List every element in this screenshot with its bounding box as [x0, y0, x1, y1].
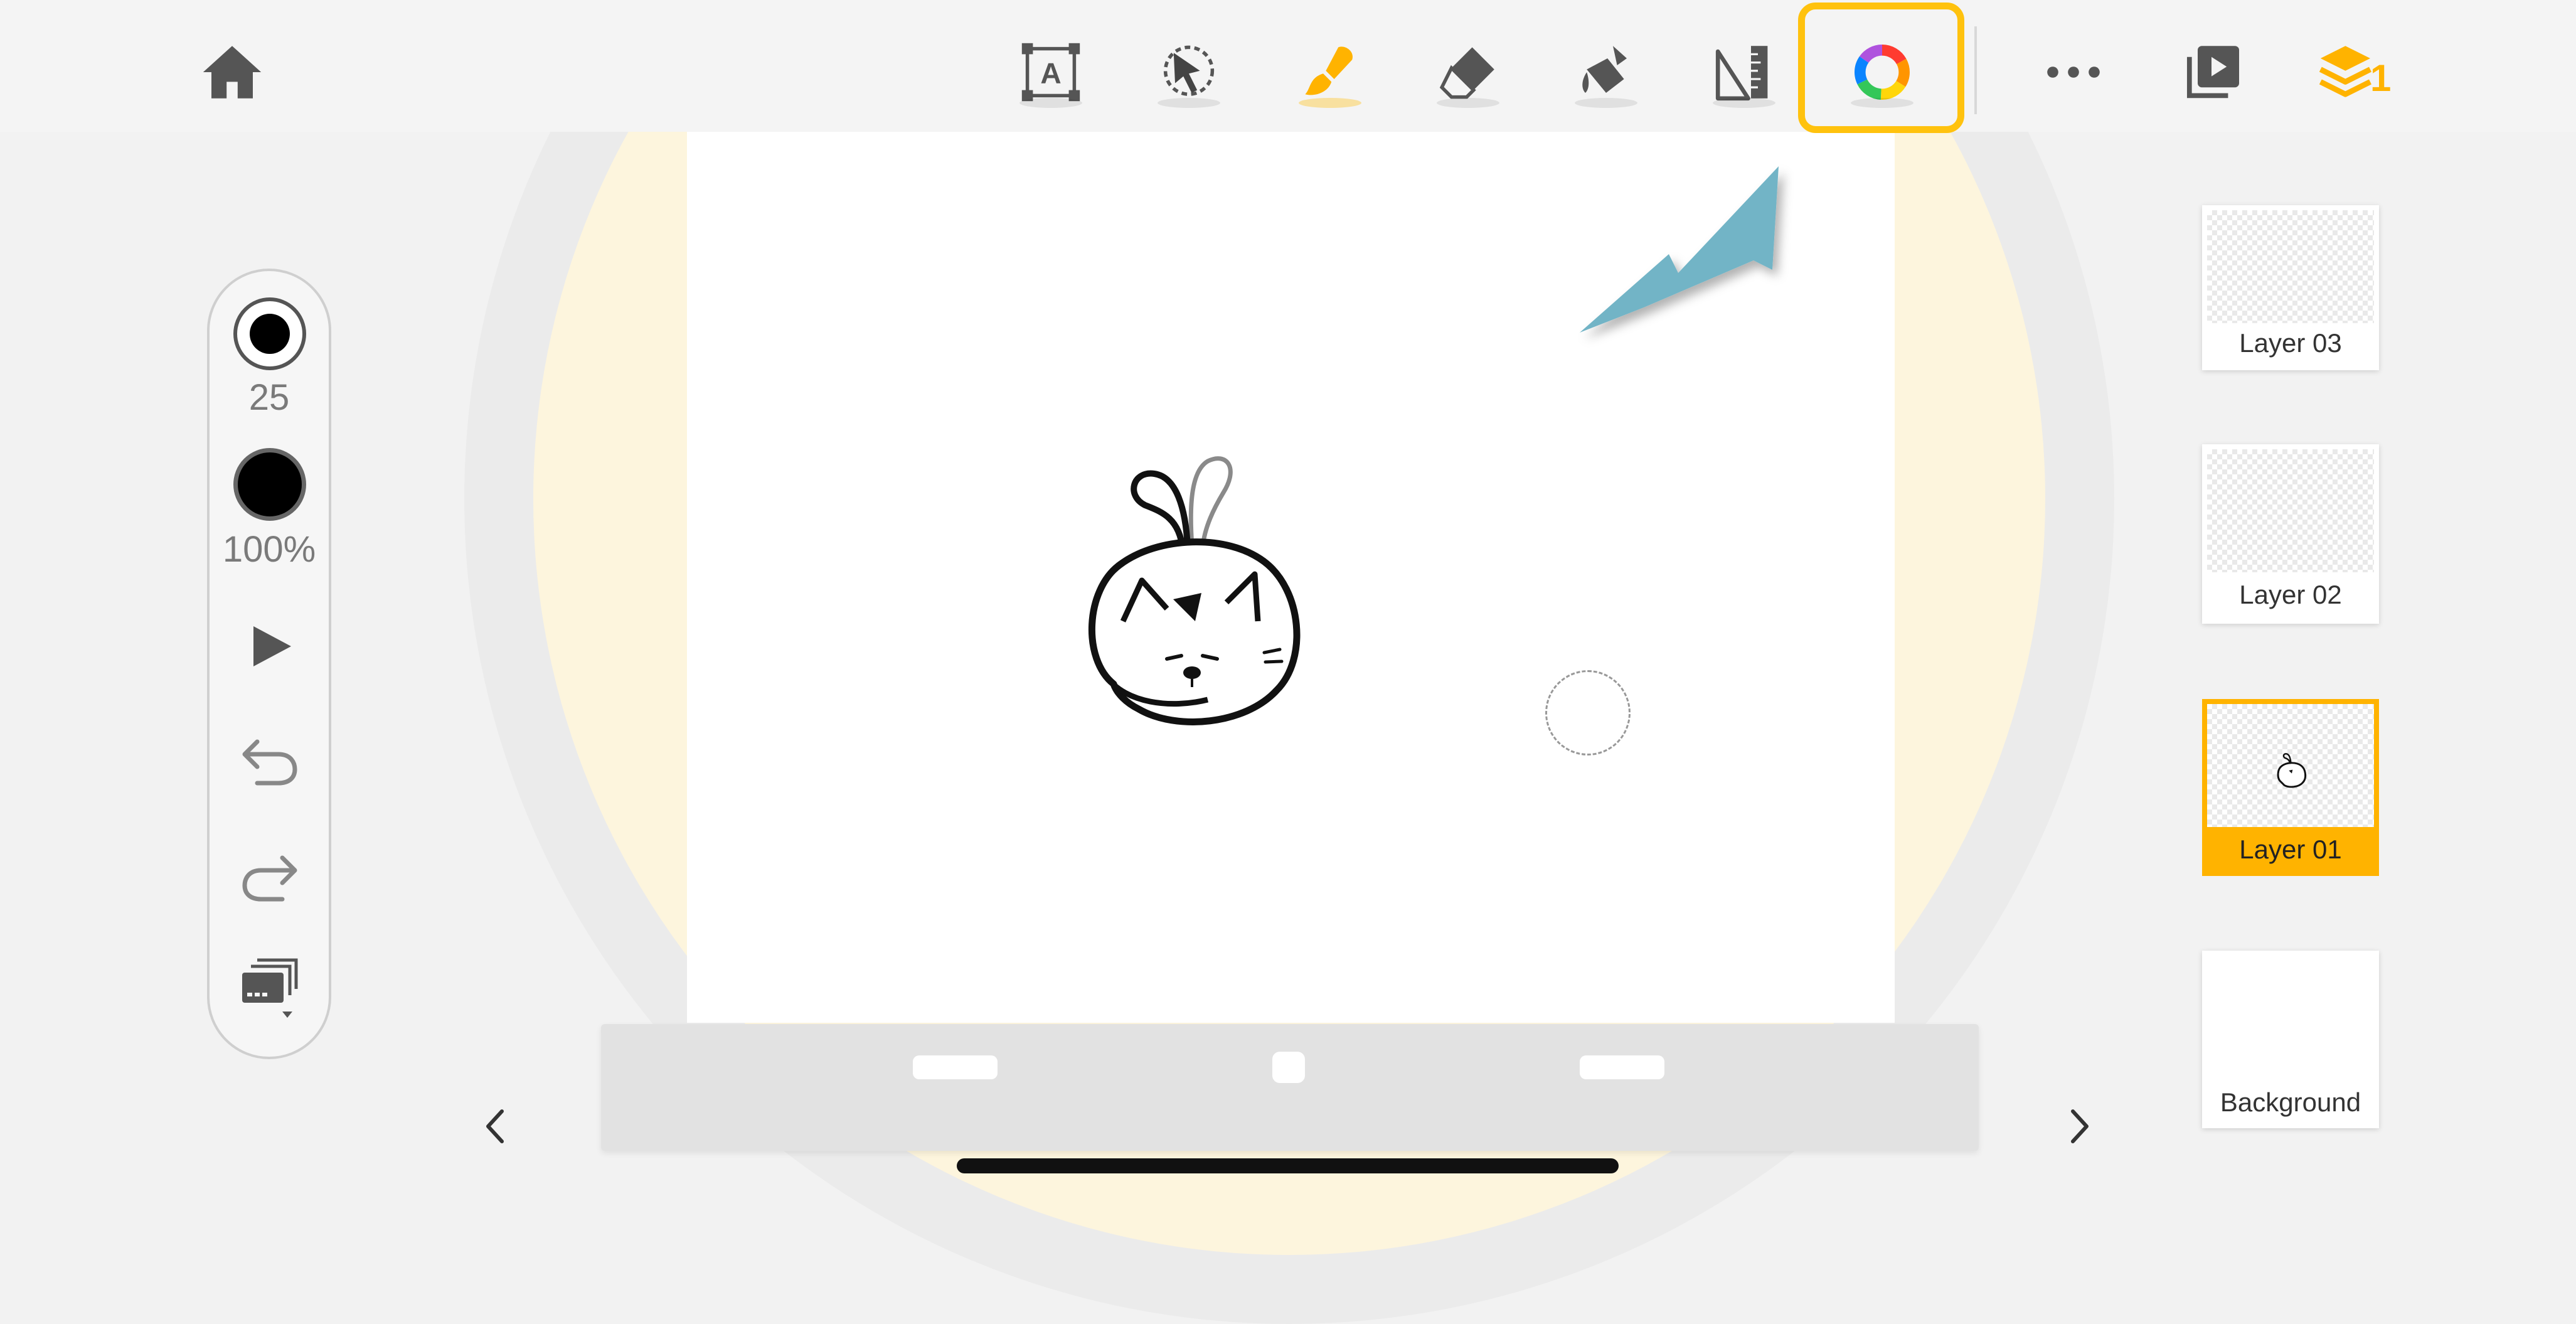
brush-tool-icon	[1305, 46, 1353, 95]
svg-text:A: A	[1040, 57, 1061, 90]
opacity-value: 100%	[222, 529, 316, 570]
chevron-right-icon	[2071, 1109, 2089, 1143]
home-icon	[203, 46, 262, 99]
timeline-handle-left[interactable]	[913, 1055, 998, 1079]
playback-button[interactable]	[2164, 25, 2259, 119]
fill-tool-icon	[1582, 46, 1627, 93]
frames-menu-button[interactable]	[238, 954, 301, 1023]
home-indicator	[957, 1158, 1619, 1173]
undo-icon	[242, 739, 297, 786]
tool-shadow	[1713, 98, 1775, 108]
selection-tool-icon	[1163, 45, 1215, 96]
layer-item[interactable]: Layer 02	[2202, 444, 2379, 624]
redo-icon	[242, 855, 297, 902]
layer-item-selected[interactable]: Layer 01	[2202, 699, 2379, 876]
layer-name: Layer 02	[2239, 580, 2342, 609]
brush-size-control[interactable]	[233, 297, 306, 370]
timeline-handle-center[interactable]	[1272, 1052, 1305, 1083]
brush-size-dot	[250, 314, 290, 354]
timeline-handle-right[interactable]	[1580, 1055, 1664, 1079]
layers-button[interactable]: 1	[2302, 25, 2397, 119]
instruction-arrow	[1580, 166, 1779, 333]
playback-icon	[2186, 46, 2239, 99]
play-icon	[253, 626, 291, 666]
layer-thumbnail-background	[2207, 956, 2374, 1079]
timeline-panel	[601, 1024, 1979, 1151]
layer-name: Layer 01	[2239, 835, 2342, 864]
next-page-button[interactable]	[2060, 1101, 2098, 1151]
chevron-left-icon	[486, 1109, 504, 1143]
tool-shadow	[1575, 98, 1637, 108]
top-toolbar: A 1	[0, 0, 2576, 133]
layer-thumbnail	[2207, 210, 2374, 323]
brush-size-value: 25	[248, 377, 290, 418]
brush-cursor	[1545, 670, 1631, 755]
layer-name: Background	[2220, 1087, 2361, 1117]
layer-item[interactable]: Background	[2202, 951, 2379, 1128]
brush-tool-button[interactable]	[1283, 25, 1377, 119]
toolbar-divider	[1974, 26, 1977, 114]
layer-name: Layer 03	[2239, 328, 2342, 358]
layers-count: 1	[2370, 57, 2392, 99]
eraser-tool-icon	[1439, 47, 1494, 99]
text-tool-icon: A	[1021, 43, 1080, 102]
play-button[interactable]	[246, 621, 296, 671]
layer-thumbnail-drawing	[2277, 753, 2306, 788]
frames-icon	[242, 958, 298, 1018]
color-tool-highlight	[1798, 3, 1964, 133]
home-button[interactable]	[185, 25, 279, 119]
tool-shadow	[1437, 98, 1499, 108]
layer-thumbnail	[2207, 704, 2374, 827]
fill-tool-button[interactable]	[1559, 25, 1653, 119]
ruler-tool-button[interactable]	[1697, 25, 1791, 119]
layer-thumbnail	[2207, 449, 2374, 572]
tool-shadow	[1299, 98, 1361, 108]
eraser-tool-button[interactable]	[1421, 25, 1515, 119]
previous-page-button[interactable]	[477, 1101, 514, 1151]
undo-button[interactable]	[238, 728, 301, 791]
layer-item[interactable]: Layer 03	[2202, 205, 2379, 370]
selection-tool-button[interactable]	[1142, 25, 1236, 119]
more-icon	[2047, 67, 2100, 78]
tool-shadow	[1158, 98, 1220, 108]
more-button[interactable]	[2026, 25, 2121, 119]
redo-button[interactable]	[238, 844, 301, 907]
tool-shadow	[1019, 98, 1082, 108]
text-tool-button[interactable]: A	[1004, 25, 1098, 119]
opacity-control[interactable]	[233, 448, 306, 521]
ruler-tool-icon	[1715, 46, 1768, 101]
cat-drawing	[1088, 456, 1301, 725]
